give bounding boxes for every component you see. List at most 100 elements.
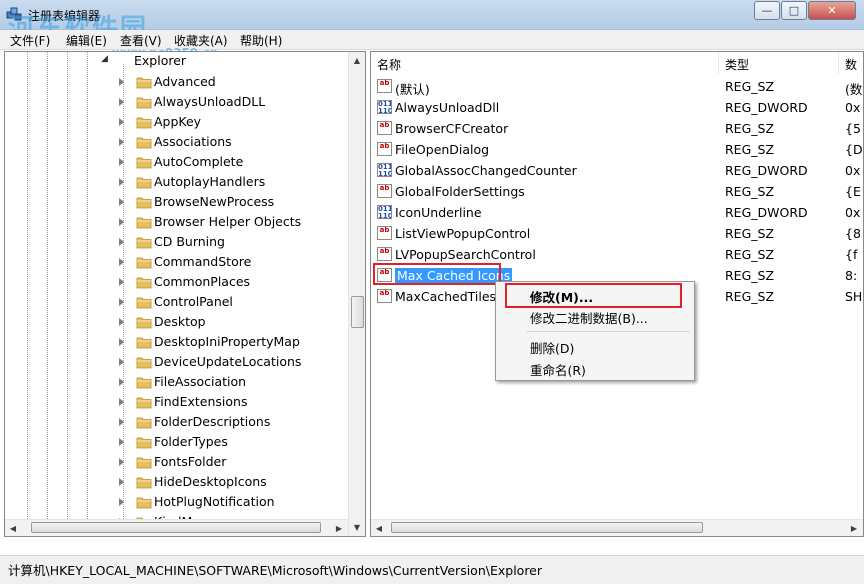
scroll-left-arrow-icon[interactable]: ◀: [5, 520, 21, 536]
minimize-button[interactable]: —: [754, 1, 780, 20]
tree-item[interactable]: CommonPlaces: [5, 272, 349, 292]
value-data: 0x: [845, 163, 861, 178]
scroll-left-arrow-icon[interactable]: ◀: [371, 520, 387, 536]
column-header-name[interactable]: 名称: [371, 52, 719, 74]
registry-value-row[interactable]: ab ListViewPopupControl REG_SZ {8: [371, 223, 863, 244]
expand-arrow-icon[interactable]: [119, 198, 124, 206]
scroll-up-arrow-icon[interactable]: ▲: [349, 52, 365, 69]
registry-tree[interactable]: ◢ Explorer Advanced AlwaysUnloadDLL AppKey…: [4, 51, 366, 537]
registry-value-row[interactable]: 011 110 IconUnderline REG_DWORD 0x: [371, 202, 863, 223]
menu-item-rename[interactable]: 重命名(R): [530, 360, 586, 379]
registry-value-row[interactable]: ab FileOpenDialog REG_SZ {D: [371, 139, 863, 160]
tree-item-label: AutoComplete: [154, 154, 244, 169]
expand-arrow-icon[interactable]: [119, 238, 124, 246]
expand-arrow-icon[interactable]: [119, 458, 124, 466]
tree-item-label: AppKey: [154, 114, 202, 129]
tree-item-label: DesktopIniPropertyMap: [154, 334, 300, 349]
tree-item-label: HotPlugNotification: [154, 494, 275, 509]
menu-edit[interactable]: 编辑(E): [66, 32, 107, 49]
tree-item[interactable]: CommandStore: [5, 252, 349, 272]
folder-icon: [136, 437, 152, 449]
expand-arrow-icon[interactable]: [119, 78, 124, 86]
tree-item[interactable]: BrowseNewProcess: [5, 192, 349, 212]
tree-item[interactable]: AppKey: [5, 112, 349, 132]
expand-arrow-icon[interactable]: [119, 178, 124, 186]
scroll-thumb[interactable]: [351, 296, 364, 328]
tree-item-label: AutoplayHandlers: [154, 174, 266, 189]
tree-item[interactable]: FolderTypes: [5, 432, 349, 452]
horizontal-scroll-thumb[interactable]: [391, 522, 703, 533]
tree-item[interactable]: ControlPanel: [5, 292, 349, 312]
expand-arrow-icon[interactable]: [119, 478, 124, 486]
expand-arrow-icon[interactable]: [119, 338, 124, 346]
string-value-icon: ab: [377, 142, 392, 156]
menu-item-delete[interactable]: 删除(D): [530, 338, 574, 357]
menu-item-modify-binary[interactable]: 修改二进制数据(B)...: [530, 308, 648, 327]
registry-value-row[interactable]: 011 110 GlobalAssocChangedCounter REG_DWORD…: [371, 160, 863, 181]
expand-arrow-icon[interactable]: [119, 138, 124, 146]
expand-arrow-icon[interactable]: [119, 258, 124, 266]
value-type: REG_DWORD: [725, 163, 808, 178]
expand-arrow-icon[interactable]: [119, 398, 124, 406]
folder-icon: [136, 337, 152, 349]
string-value-icon: ab: [377, 247, 392, 261]
scroll-right-arrow-icon[interactable]: ▶: [331, 520, 347, 536]
tree-item[interactable]: DeviceUpdateLocations: [5, 352, 349, 372]
close-button[interactable]: ✕: [808, 1, 856, 20]
expand-arrow-icon[interactable]: [119, 498, 124, 506]
registry-value-row[interactable]: ab LVPopupSearchControl REG_SZ {f: [371, 244, 863, 265]
tree-item[interactable]: FolderDescriptions: [5, 412, 349, 432]
value-name: AlwaysUnloadDll: [395, 100, 500, 115]
registry-value-row[interactable]: ab BrowserCFCreator REG_SZ {5: [371, 118, 863, 139]
column-header-data[interactable]: 数: [839, 52, 863, 74]
list-horizontal-scrollbar[interactable]: ◀ ▶: [371, 519, 863, 536]
tree-item[interactable]: AlwaysUnloadDLL: [5, 92, 349, 112]
tree-item-label: Associations: [154, 134, 232, 149]
expand-arrow-icon[interactable]: [119, 118, 124, 126]
scroll-down-arrow-icon[interactable]: ▼: [349, 519, 365, 536]
expand-arrow-icon[interactable]: [119, 98, 124, 106]
expand-arrow-icon[interactable]: [119, 358, 124, 366]
tree-vertical-scrollbar[interactable]: ▲ ▼: [348, 52, 365, 536]
tree-item[interactable]: Associations: [5, 132, 349, 152]
tree-item[interactable]: AutoplayHandlers: [5, 172, 349, 192]
registry-value-row[interactable]: ab (默认) REG_SZ (数: [371, 76, 863, 97]
tree-item[interactable]: Browser Helper Objects: [5, 212, 349, 232]
maximize-button[interactable]: □: [781, 1, 807, 20]
tree-item-explorer[interactable]: ◢ Explorer: [5, 52, 349, 72]
expand-arrow-icon[interactable]: [119, 298, 124, 306]
collapse-arrow-icon[interactable]: ◢: [101, 54, 108, 64]
value-data: 0x: [845, 205, 861, 220]
tree-item[interactable]: CD Burning: [5, 232, 349, 252]
expand-arrow-icon[interactable]: [119, 158, 124, 166]
expand-arrow-icon[interactable]: [119, 418, 124, 426]
folder-icon: [136, 277, 152, 289]
tree-item-label: CommonPlaces: [154, 274, 251, 289]
tree-item[interactable]: HotPlugNotification: [5, 492, 349, 512]
tree-item[interactable]: DesktopIniPropertyMap: [5, 332, 349, 352]
tree-item[interactable]: FileAssociation: [5, 372, 349, 392]
tree-horizontal-scrollbar[interactable]: ◀ ▶: [5, 519, 348, 536]
folder-icon: [136, 417, 152, 429]
column-header-type[interactable]: 类型: [719, 52, 839, 74]
expand-arrow-icon[interactable]: [119, 318, 124, 326]
value-name: FileOpenDialog: [395, 142, 490, 157]
tree-item[interactable]: FindExtensions: [5, 392, 349, 412]
scroll-right-arrow-icon[interactable]: ▶: [846, 520, 862, 536]
expand-arrow-icon[interactable]: [119, 438, 124, 446]
tree-item[interactable]: AutoComplete: [5, 152, 349, 172]
menu-file[interactable]: 文件(F): [10, 32, 50, 49]
registry-value-row[interactable]: ab GlobalFolderSettings REG_SZ {E: [371, 181, 863, 202]
menu-help[interactable]: 帮助(H): [240, 32, 282, 49]
expand-arrow-icon[interactable]: [119, 278, 124, 286]
registry-value-row[interactable]: 011 110 AlwaysUnloadDll REG_DWORD 0x: [371, 97, 863, 118]
folder-icon: [136, 177, 152, 189]
expand-arrow-icon[interactable]: [119, 378, 124, 386]
tree-item[interactable]: HideDesktopIcons: [5, 472, 349, 492]
horizontal-scroll-thumb[interactable]: [31, 522, 321, 533]
folder-icon: [136, 457, 152, 469]
tree-item[interactable]: Advanced: [5, 72, 349, 92]
tree-item[interactable]: Desktop: [5, 312, 349, 332]
tree-item[interactable]: FontsFolder: [5, 452, 349, 472]
expand-arrow-icon[interactable]: [119, 218, 124, 226]
